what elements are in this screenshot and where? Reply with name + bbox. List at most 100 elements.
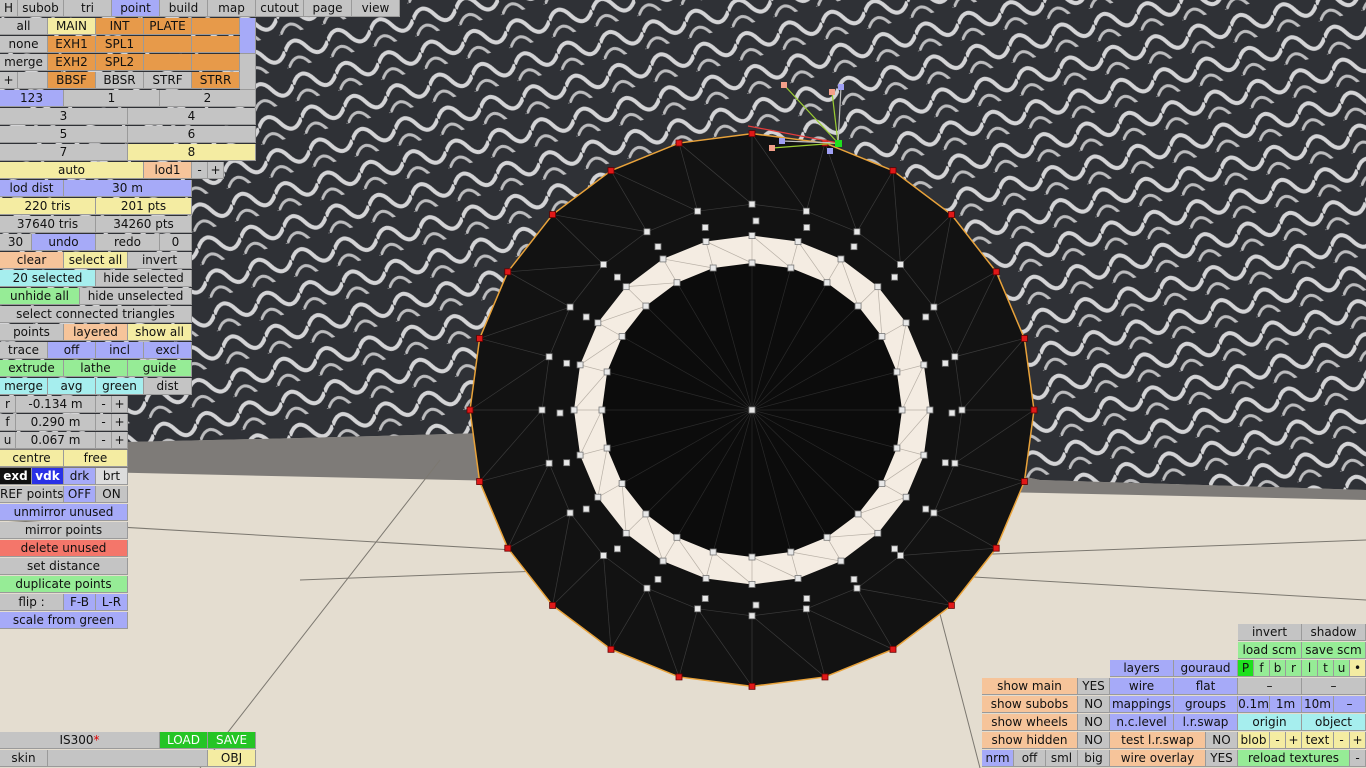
tab-tri[interactable]: tri [64, 0, 112, 17]
vertex[interactable] [594, 319, 602, 327]
green-button[interactable]: green [96, 378, 144, 395]
lathe-button[interactable]: lathe [64, 360, 128, 377]
object-button[interactable]: object [1302, 714, 1366, 731]
dist-button[interactable]: dist [144, 378, 192, 395]
group-empty[interactable] [192, 18, 240, 35]
vertex[interactable] [709, 264, 717, 272]
selected-vertex[interactable] [549, 211, 556, 218]
vertex[interactable] [563, 359, 571, 367]
group-int[interactable]: INT [96, 18, 144, 35]
drk-view-button[interactable]: drk [64, 468, 96, 485]
selected-vertex[interactable] [1030, 406, 1038, 414]
extrude-button[interactable]: extrude [0, 360, 64, 377]
tab-cutout[interactable]: cutout [256, 0, 304, 17]
vertex[interactable] [673, 533, 681, 541]
f-value-field[interactable]: 0.290 m [16, 414, 96, 431]
reload-textures-button[interactable]: reload textures [1238, 750, 1350, 767]
group-merge-button[interactable]: merge [0, 54, 48, 71]
tab-page[interactable]: page [304, 0, 352, 17]
obj-button[interactable]: OBJ [208, 750, 256, 767]
groups-scroll-track[interactable] [240, 54, 256, 90]
load-button[interactable]: LOAD [160, 732, 208, 749]
vertex[interactable] [748, 612, 756, 620]
brt-view-button[interactable]: brt [96, 468, 128, 485]
vertex[interactable] [654, 243, 662, 251]
blob-minus-button[interactable]: - [1270, 732, 1286, 749]
vertex[interactable] [854, 510, 862, 518]
vertex[interactable] [694, 207, 702, 215]
lod-plus-button[interactable]: + [208, 162, 224, 179]
vertex[interactable] [600, 552, 607, 559]
vertex[interactable] [643, 228, 651, 236]
vertex[interactable] [802, 605, 810, 613]
vertex[interactable] [576, 451, 584, 459]
vertex[interactable] [566, 303, 574, 311]
vertex[interactable] [850, 243, 858, 251]
vertex[interactable] [902, 319, 910, 327]
vertex[interactable] [902, 493, 910, 501]
step-dash-button[interactable]: – [1334, 696, 1366, 713]
vertex[interactable] [642, 302, 650, 310]
group-add-button[interactable]: + [0, 72, 18, 89]
group-strf[interactable]: STRF [144, 72, 192, 89]
vertex[interactable] [545, 353, 553, 361]
flip-fb-button[interactable]: F-B [64, 594, 96, 611]
layer-4-button[interactable]: 4 [128, 108, 256, 125]
vertex[interactable] [614, 273, 621, 281]
vertex[interactable] [694, 605, 702, 613]
group-exh2[interactable]: EXH2 [48, 54, 96, 71]
invert-selection-button[interactable]: invert [128, 252, 192, 269]
vertex[interactable] [922, 505, 930, 513]
layers-button[interactable]: layers [1110, 660, 1174, 677]
vertex[interactable] [642, 510, 650, 518]
vertex[interactable] [603, 444, 611, 452]
exd-view-button[interactable]: exd [0, 468, 32, 485]
vertex[interactable] [893, 444, 901, 452]
selected-vertex[interactable] [1020, 478, 1028, 485]
avg-button[interactable]: avg [48, 378, 96, 395]
vertex[interactable] [643, 584, 651, 592]
load-scm-button[interactable]: load scm [1238, 642, 1302, 659]
view-t-button[interactable]: t [1318, 660, 1334, 677]
group-spl2[interactable]: SPL2 [96, 54, 144, 71]
group-all-button[interactable]: all [0, 18, 48, 35]
vertex[interactable] [891, 545, 898, 553]
vertex[interactable] [941, 459, 949, 467]
selected-vertex[interactable] [504, 268, 512, 276]
ref-points-off-button[interactable]: OFF [64, 486, 96, 503]
show-main-toggle[interactable]: YES [1078, 678, 1110, 695]
lod1-button[interactable]: lod1 [144, 162, 192, 179]
group-blank[interactable] [18, 72, 48, 89]
trace-incl-button[interactable]: incl [96, 342, 144, 359]
text-plus-button[interactable]: + [1350, 732, 1366, 749]
layer-123-button[interactable]: 123 [0, 90, 64, 107]
selected-vertex[interactable] [1020, 335, 1028, 342]
selected-vertex[interactable] [889, 645, 897, 653]
vertex[interactable] [853, 228, 861, 236]
filename-field[interactable]: IS300* [0, 732, 160, 749]
lod-auto-button[interactable]: auto [0, 162, 144, 179]
vertex[interactable] [920, 361, 928, 369]
u-value-field[interactable]: 0.067 m [16, 432, 96, 449]
vertex[interactable] [951, 353, 959, 361]
vertex[interactable] [854, 302, 862, 310]
trace-off-button[interactable]: off [48, 342, 96, 359]
free-button[interactable]: free [64, 450, 128, 467]
group-bbsf[interactable]: BBSF [48, 72, 96, 89]
tab-h[interactable]: H [0, 0, 18, 17]
lr-swap-button[interactable]: l.r.swap [1174, 714, 1238, 731]
tab-subob[interactable]: subob [18, 0, 64, 17]
layer-1-button[interactable]: 1 [64, 90, 160, 107]
nrm-button[interactable]: nrm [982, 750, 1014, 767]
vertex[interactable] [803, 224, 811, 231]
layer-6-button[interactable]: 6 [128, 126, 256, 143]
lod-dist-value[interactable]: 30 m [64, 180, 192, 197]
vertex[interactable] [701, 595, 709, 602]
f-plus-button[interactable]: + [112, 414, 128, 431]
show-all-button[interactable]: show all [128, 324, 192, 341]
layer-7-button[interactable]: 7 [0, 144, 128, 161]
vertex[interactable] [823, 279, 831, 287]
save-scm-button[interactable]: save scm [1302, 642, 1366, 659]
selected-vertex[interactable] [992, 544, 1000, 552]
layered-mode-button[interactable]: layered [64, 324, 128, 341]
